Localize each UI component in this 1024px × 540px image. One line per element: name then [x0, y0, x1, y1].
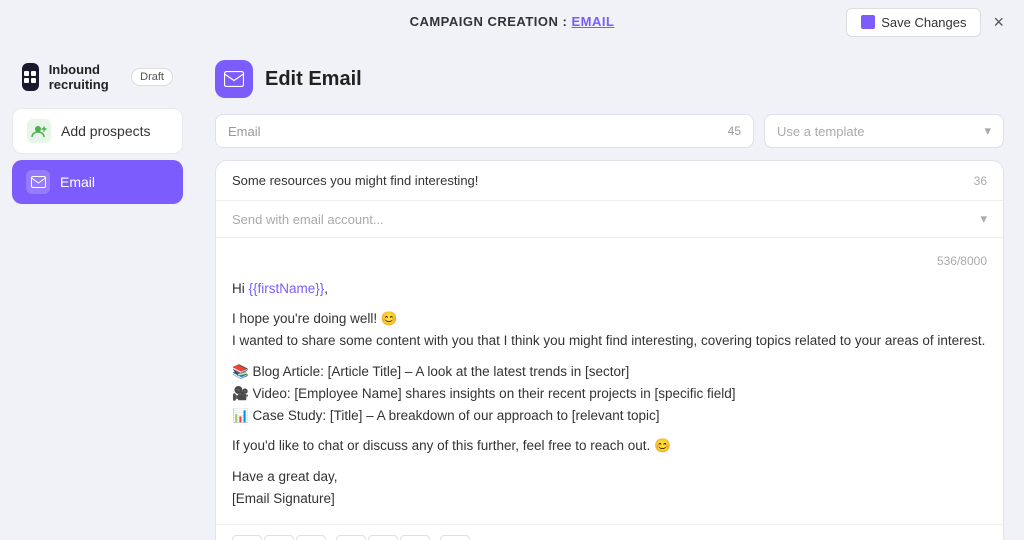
edit-email-title: Edit Email [265, 68, 362, 91]
sidebar-logo-text: Inbound recruiting [49, 62, 117, 92]
top-bar: CAMPAIGN CREATION : Email Save Changes × [0, 0, 1024, 44]
body-line-chat: If you'd like to chat or discuss any of … [232, 435, 987, 457]
body-line-case: 📊 Case Study: [Title] – A breakdown of o… [232, 405, 987, 427]
body-line-hope: I hope you're doing well! 😊 [232, 308, 987, 330]
template-chevron-icon: ▾ [984, 123, 991, 139]
campaign-title-link[interactable]: Email [571, 14, 614, 29]
sidebar-item-label-email: Email [60, 174, 95, 190]
email-body[interactable]: 536/8000 Hi {{firstName}}, I hope you're… [216, 238, 1003, 524]
sidebar-logo: Inbound recruiting Draft [12, 54, 183, 100]
save-icon [861, 15, 875, 29]
template-placeholder: Use a template [777, 124, 864, 139]
align-center-button[interactable] [368, 535, 398, 540]
bold-button[interactable]: B [232, 535, 262, 540]
main-content: Edit Email Email 45 Use a template ▾ Som… [195, 44, 1024, 540]
logo-icon [22, 63, 39, 91]
sidebar-item-label-add-prospects: Add prospects [61, 123, 151, 139]
send-account-row[interactable]: Send with email account... ▾ [216, 201, 1003, 238]
align-right-button[interactable] [400, 535, 430, 540]
align-left-button[interactable] [336, 535, 366, 540]
italic-button[interactable]: I [264, 535, 294, 540]
body-line-video: 🎥 Video: [Employee Name] shares insights… [232, 383, 987, 405]
firstname-variable: {{firstName}} [249, 281, 325, 296]
body-line-sig: [Email Signature] [232, 488, 987, 510]
email-icon [26, 170, 50, 194]
edit-email-icon [215, 60, 253, 98]
top-bar-actions: Save Changes × [846, 8, 1008, 37]
body-line-blog: 📚 Blog Article: [Article Title] – A look… [232, 361, 987, 383]
email-field-label: Email [228, 124, 261, 139]
subject-char-count: 36 [974, 174, 987, 188]
email-subject-text: Some resources you might find interestin… [232, 173, 478, 188]
campaign-title: CAMPAIGN CREATION : Email [410, 13, 615, 31]
add-prospects-icon [27, 119, 51, 143]
email-subject-inner[interactable]: Some resources you might find interestin… [216, 161, 1003, 201]
body-line-day: Have a great day, [232, 466, 987, 488]
align-group [336, 535, 430, 540]
draft-badge: Draft [131, 68, 173, 86]
sidebar: Inbound recruiting Draft Add prospects E… [0, 44, 195, 540]
body-line-share: I wanted to share some content with you … [232, 330, 987, 352]
template-select[interactable]: Use a template ▾ [764, 114, 1004, 148]
sidebar-item-email[interactable]: Email [12, 160, 183, 204]
sidebar-item-add-prospects[interactable]: Add prospects [12, 108, 183, 154]
email-editor-card: Some resources you might find interestin… [215, 160, 1004, 540]
send-account-placeholder: Send with email account... [232, 212, 384, 227]
close-button[interactable]: × [989, 8, 1008, 37]
list-group [440, 535, 470, 540]
email-subject-field[interactable]: Email 45 [215, 114, 754, 148]
underline-button[interactable]: U [296, 535, 326, 540]
text-toolbar: B I U [216, 524, 1003, 540]
body-line-greeting: Hi {{firstName}}, [232, 278, 987, 300]
email-meta-row: Email 45 Use a template ▾ [215, 114, 1004, 148]
email-char-count: 45 [728, 124, 741, 138]
format-group: B I U [232, 535, 326, 540]
send-account-chevron-icon: ▾ [980, 211, 987, 227]
list-button[interactable] [440, 535, 470, 540]
save-changes-button[interactable]: Save Changes [846, 8, 981, 37]
edit-email-header: Edit Email [215, 60, 1004, 98]
body-char-count: 536/8000 [232, 252, 987, 272]
